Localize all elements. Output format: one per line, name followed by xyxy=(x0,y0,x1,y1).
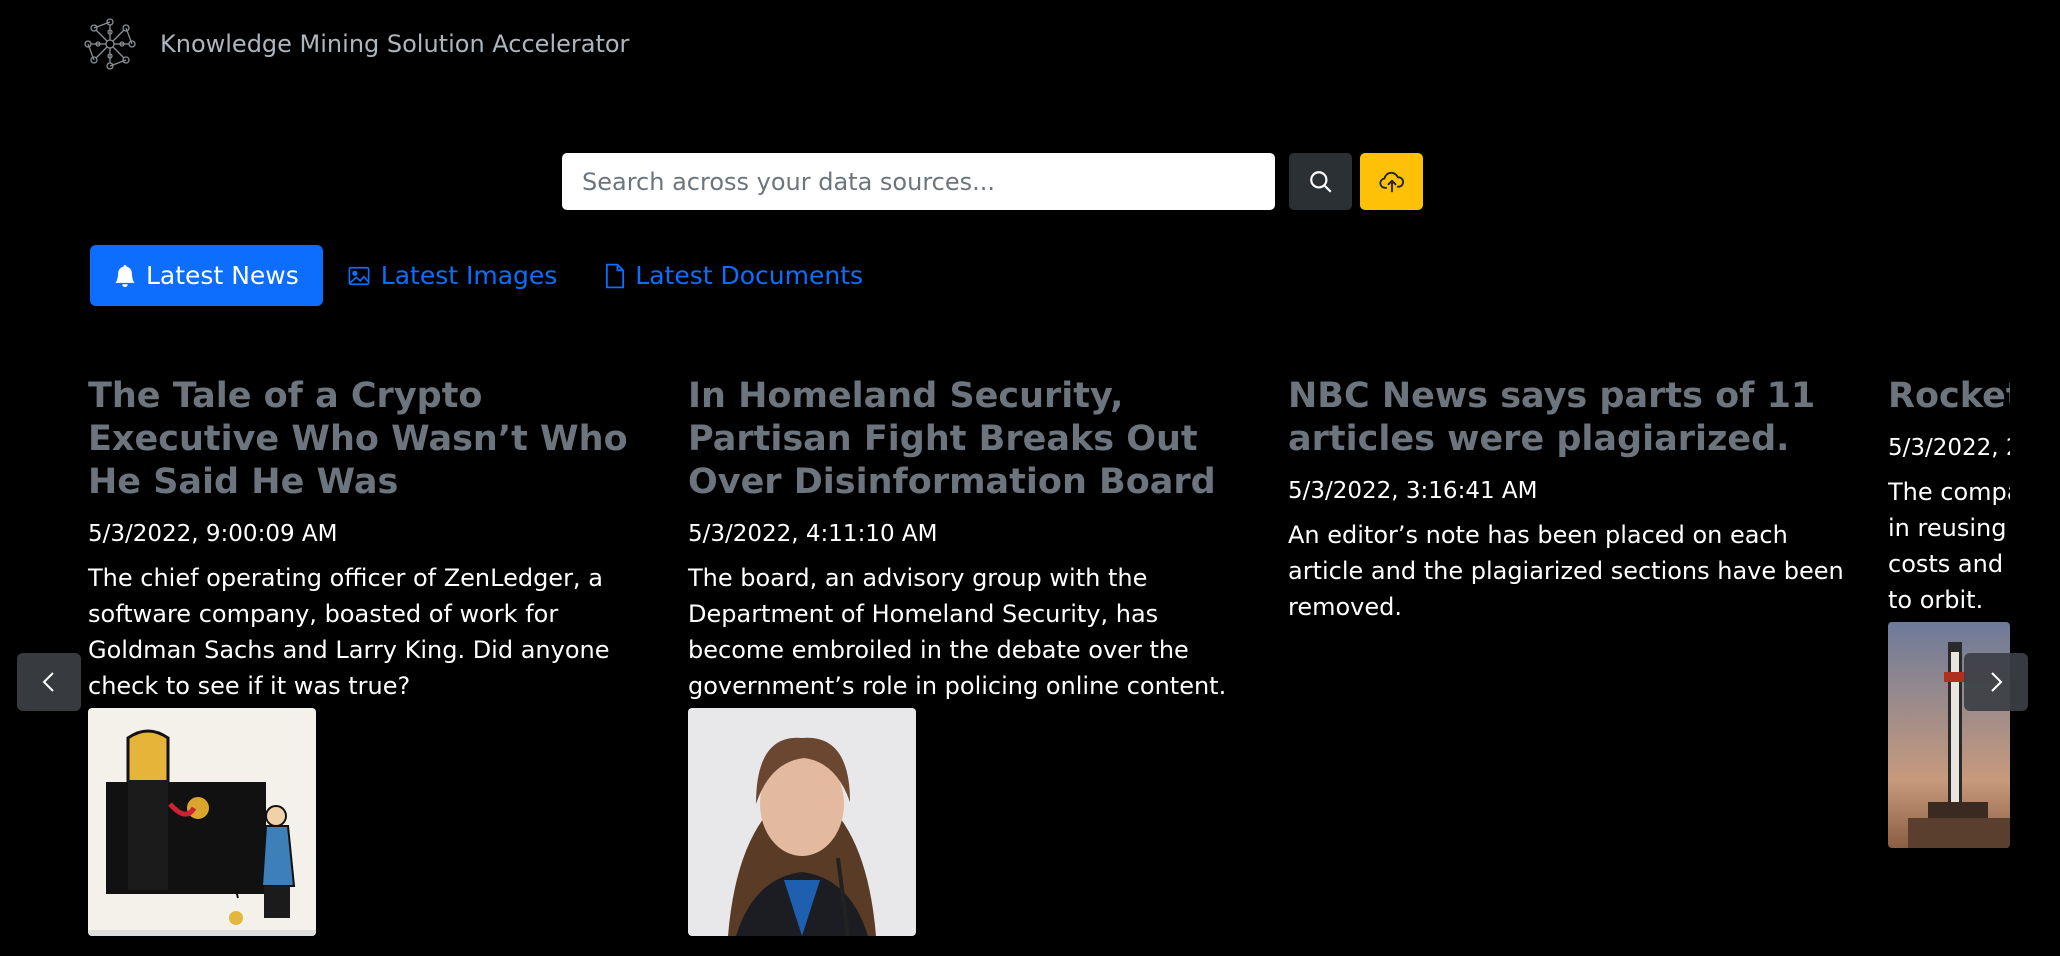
news-description: The board, an advisory group with the De… xyxy=(688,564,1227,700)
tab-latest-documents[interactable]: Latest Documents xyxy=(581,245,887,306)
upload-button[interactable] xyxy=(1360,153,1423,210)
search-button[interactable] xyxy=(1289,153,1352,210)
news-date: 5/3/2022, 4:11:10 AM xyxy=(688,521,938,547)
carousel-next-button[interactable] xyxy=(1964,653,2028,711)
news-title[interactable]: The Tale of a Crypto Executive Who Wasn’… xyxy=(88,375,648,504)
news-carousel: The Tale of a Crypto Executive Who Wasn’… xyxy=(0,375,2060,956)
news-card[interactable]: The Tale of a Crypto Executive Who Wasn’… xyxy=(88,375,648,936)
search-icon xyxy=(1309,170,1332,193)
news-card[interactable]: In Homeland Security, Partisan Fight Bre… xyxy=(688,375,1248,936)
tab-latest-images[interactable]: Latest Images xyxy=(323,245,582,306)
news-title[interactable]: NBC News says parts of 11 articles were … xyxy=(1288,375,1848,461)
news-description: The chief operating officer of ZenLedger… xyxy=(88,564,610,700)
news-card[interactable]: NBC News says parts of 11 articles were … xyxy=(1288,375,1848,625)
news-image[interactable] xyxy=(88,708,316,936)
news-image[interactable] xyxy=(688,708,916,936)
search-input[interactable] xyxy=(562,153,1275,210)
tab-label: Latest Images xyxy=(380,261,558,290)
file-icon xyxy=(606,263,625,288)
carousel-prev-button[interactable] xyxy=(17,653,81,711)
chevron-left-icon xyxy=(42,672,54,692)
search-bar xyxy=(562,153,1423,210)
cloud-upload-icon xyxy=(1378,171,1404,192)
news-description: An editor’s note has been placed on each… xyxy=(1288,521,1844,621)
news-date: 5/3/2022, 2 xyxy=(1888,435,2010,461)
brand[interactable]: Knowledge Mining Solution Accelerator xyxy=(78,12,629,76)
tab-bar: Latest News Latest Images Latest Documen… xyxy=(90,245,887,306)
news-title[interactable]: In Homeland Security, Partisan Fight Bre… xyxy=(688,375,1248,504)
bell-icon xyxy=(115,264,135,287)
news-description: The compa in reusing costs and to orbit. xyxy=(1888,478,2010,614)
image-icon xyxy=(348,266,370,285)
tab-latest-news[interactable]: Latest News xyxy=(90,245,323,306)
network-logo-icon xyxy=(84,18,136,70)
news-card[interactable]: Rocket From Sp 5/3/2022, 2 The compa in … xyxy=(1888,375,2010,848)
news-title[interactable]: Rocket From Sp xyxy=(1888,375,2010,418)
news-date: 5/3/2022, 3:16:41 AM xyxy=(1288,478,1538,504)
news-date: 5/3/2022, 9:00:09 AM xyxy=(88,521,338,547)
tab-label: Latest News xyxy=(146,261,299,290)
app-title: Knowledge Mining Solution Accelerator xyxy=(160,30,630,58)
chevron-right-icon xyxy=(1991,672,2003,692)
tab-label: Latest Documents xyxy=(635,261,864,290)
